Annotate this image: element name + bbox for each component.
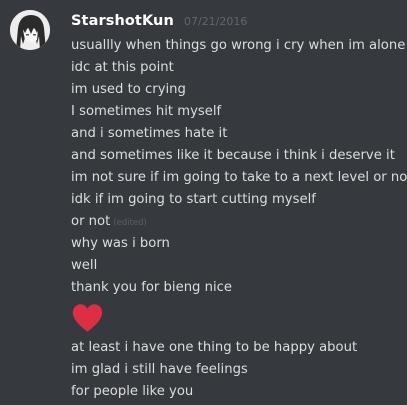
message-line: im used to crying bbox=[71, 82, 186, 97]
message-line: for people like you bbox=[71, 384, 194, 399]
message-line: idc at this point bbox=[71, 60, 174, 75]
message-header: StarshotKun 07/21/2016 bbox=[71, 10, 247, 29]
edited-label: (edited) bbox=[113, 218, 147, 228]
message-group: StarshotKun 07/21/2016 usuallly when thi… bbox=[0, 0, 407, 405]
message-line: well bbox=[71, 258, 98, 273]
timestamp: 07/21/2016 bbox=[183, 15, 248, 28]
message-line: and i sometimes hate it bbox=[71, 126, 228, 141]
avatar[interactable] bbox=[10, 10, 50, 50]
message-line: why was i born bbox=[71, 236, 170, 251]
message-line: im glad i still have feelings bbox=[71, 362, 248, 377]
message-line: thank you for bieng nice bbox=[71, 280, 232, 295]
heart-emoji-icon bbox=[72, 304, 103, 332]
message-line: usuallly when things go wrong i cry when… bbox=[71, 38, 406, 53]
heart-emoji-line bbox=[71, 301, 399, 339]
message-line: and sometimes like it because i think i … bbox=[71, 148, 395, 163]
message-content: usuallly when things go wrong i cry when… bbox=[71, 37, 407, 405]
username[interactable]: StarshotKun bbox=[71, 13, 174, 29]
message-line: im not sure if im going to take to a nex… bbox=[71, 170, 407, 185]
message-line: at least i have one thing to be happy ab… bbox=[71, 340, 358, 355]
message-line-edited: or not (edited) bbox=[71, 213, 399, 235]
message-line-text: or not bbox=[71, 214, 111, 229]
message-line: I sometimes hit myself bbox=[71, 104, 222, 119]
anime-character-avatar-icon bbox=[10, 10, 50, 50]
message-line: idk if im going to start cutting myself bbox=[71, 192, 316, 207]
